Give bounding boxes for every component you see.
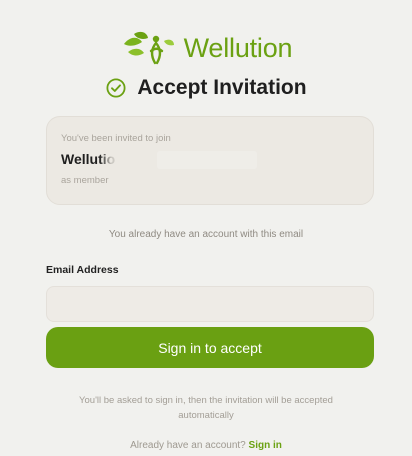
invitation-card: You've been invited to join Wellutio as … (46, 116, 374, 205)
footer-prompt-text: Already have an account? (130, 440, 249, 451)
organization-name: Wellutio (61, 151, 131, 167)
check-circle-icon (106, 78, 126, 98)
brand-logo: Wellution (0, 30, 412, 66)
existing-account-notice: You already have an account with this em… (108, 229, 304, 240)
footer-signin-prompt: Already have an account? Sign in (0, 440, 412, 451)
sign-in-link[interactable]: Sign in (249, 440, 282, 451)
page-header: Accept Invitation (0, 74, 412, 102)
invitation-role: as member (61, 175, 109, 186)
page-title: Accept Invitation (137, 76, 307, 99)
brand-name: Wellution (183, 33, 293, 63)
email-field[interactable] (46, 286, 374, 322)
helper-text: You'll be asked to sign in, then the inv… (79, 395, 333, 421)
invitation-intro: You've been invited to join (61, 133, 171, 144)
leaf-figure-icon (123, 31, 174, 65)
organization-name-fade (157, 151, 257, 169)
sign-in-accept-button[interactable]: Sign in to accept (46, 327, 374, 368)
email-label: Email Address (46, 264, 119, 276)
